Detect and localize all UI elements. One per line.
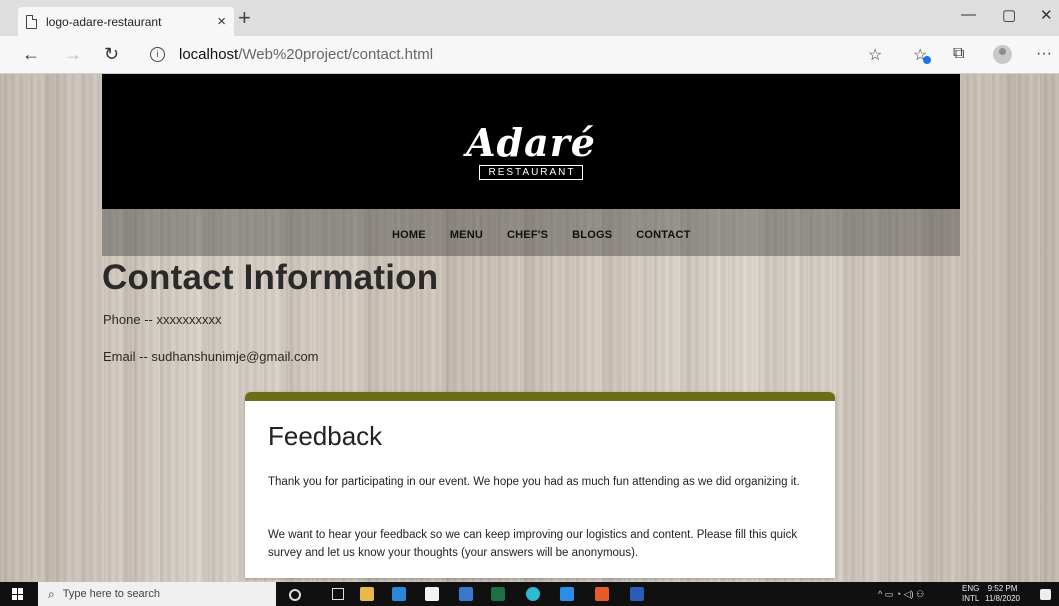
url-path: /Web%20project/contact.html	[238, 46, 434, 63]
phone-value: xxxxxxxxxx	[156, 312, 222, 327]
search-placeholder: Type here to search	[62, 588, 160, 600]
site-navbar: HOME MENU CHEF'S BLOGS CONTACT	[102, 209, 960, 256]
store-icon[interactable]	[425, 587, 439, 601]
nav-menu[interactable]: MENU	[450, 229, 483, 241]
close-window-button[interactable]: ✕	[1040, 6, 1053, 24]
address-toolbar: ← → ↻ i localhost/Web%20project/contact.…	[0, 36, 1059, 74]
favorites-badge	[923, 56, 931, 64]
logo-tag: RESTAURANT	[479, 165, 583, 180]
cortana-icon[interactable]	[289, 589, 301, 601]
feedback-intro: Thank you for participating in our event…	[268, 476, 800, 488]
word-icon[interactable]	[630, 587, 644, 601]
mail-icon[interactable]	[392, 587, 406, 601]
minimize-button[interactable]: —	[961, 6, 976, 23]
edge-icon[interactable]	[526, 587, 540, 601]
page-viewport: Adaré RESTAURANT HOME MENU CHEF'S BLOGS …	[0, 74, 1059, 582]
clock-date: 11/8/2020	[985, 594, 1020, 603]
address-bar[interactable]: localhost/Web%20project/contact.html	[179, 46, 433, 63]
refresh-button[interactable]: ↻	[104, 44, 119, 65]
feedback-description: We want to hear your feedback so we can …	[268, 529, 798, 559]
page-icon	[26, 14, 37, 29]
clock-time: 9:52 PM	[987, 584, 1018, 593]
search-icon: ⌕	[48, 586, 55, 601]
system-tray-icons[interactable]: ^ ▭ ◔ ◁) ⚇	[878, 582, 924, 606]
email-value: sudhanshunimje@gmail.com	[151, 349, 319, 364]
file-explorer-icon[interactable]	[360, 587, 374, 601]
more-menu-icon[interactable]: ···	[1036, 45, 1052, 63]
nav-home[interactable]: HOME	[392, 229, 426, 241]
nav-contact[interactable]: CONTACT	[636, 229, 690, 241]
email-label: Email --	[103, 349, 148, 364]
restaurant-logo: Adaré RESTAURANT	[102, 124, 960, 180]
windows-taskbar: ⌕ Type here to search ^ ▭ ◔ ◁) ⚇ ENG INT…	[0, 582, 1059, 606]
lang-bottom: INTL	[962, 594, 980, 603]
lang-top: ENG	[962, 584, 980, 593]
taskbar-search-box[interactable]: ⌕ Type here to search	[38, 582, 276, 606]
logo-word: Adaré	[466, 120, 596, 165]
restore-button[interactable]: ▢	[1002, 6, 1016, 24]
browser-tab[interactable]: logo-adare-restaurant ×	[18, 7, 234, 36]
forward-button[interactable]: →	[64, 44, 82, 65]
task-view-icon[interactable]	[332, 588, 344, 600]
star-icon[interactable]: ☆	[868, 45, 882, 65]
calendar-icon[interactable]	[459, 587, 473, 601]
phone-line: Phone -- xxxxxxxxxx	[103, 312, 222, 327]
vscode-icon[interactable]	[560, 587, 574, 601]
url-host: localhost	[179, 46, 239, 63]
collections-icon[interactable]: ⧉	[953, 45, 964, 63]
feedback-title: Feedback	[268, 421, 383, 451]
excel-icon[interactable]	[491, 587, 505, 601]
page-title: Contact Information	[102, 258, 439, 297]
new-tab-button[interactable]: +	[238, 6, 251, 30]
taskbar-clock[interactable]: 9:52 PM 11/8/2020	[985, 584, 1020, 604]
notification-icon[interactable]	[1040, 589, 1051, 600]
nav-blogs[interactable]: BLOGS	[572, 229, 612, 241]
nav-chefs[interactable]: CHEF'S	[507, 229, 548, 241]
tab-close-icon[interactable]: ×	[217, 13, 226, 30]
feedback-form-card: Feedback Thank you for participating in …	[245, 392, 835, 578]
back-button[interactable]: ←	[22, 44, 40, 65]
info-icon[interactable]: i	[150, 47, 165, 62]
phone-label: Phone --	[103, 312, 153, 327]
browser-tab-strip: logo-adare-restaurant × + — ▢ ✕	[0, 0, 1059, 36]
tab-title: logo-adare-restaurant	[46, 14, 162, 29]
windows-start-icon[interactable]	[12, 588, 24, 600]
profile-avatar[interactable]	[993, 45, 1012, 64]
hero-banner: Adaré RESTAURANT	[102, 74, 960, 209]
xampp-icon[interactable]	[595, 587, 609, 601]
language-indicator[interactable]: ENG INTL	[962, 584, 979, 604]
email-line: Email -- sudhanshunimje@gmail.com	[103, 349, 319, 364]
